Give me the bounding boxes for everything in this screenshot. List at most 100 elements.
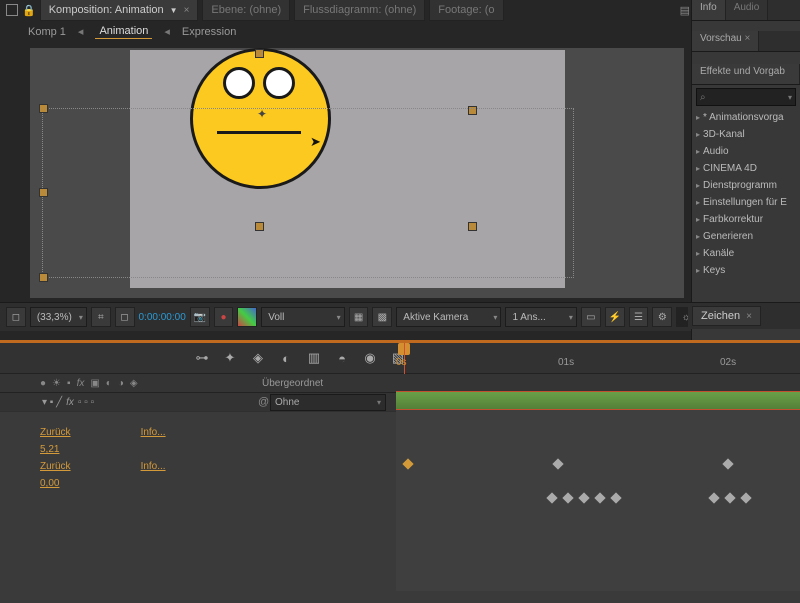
views-dropdown[interactable]: 1 Ans... <box>505 307 577 327</box>
search-icon: ⌕ <box>700 92 706 103</box>
keyframe[interactable] <box>724 492 735 503</box>
square-icon[interactable] <box>6 4 18 16</box>
effect-category[interactable]: ▸Einstellungen für E <box>692 194 800 211</box>
category-label: Generieren <box>703 231 753 242</box>
keyframe[interactable] <box>610 492 621 503</box>
effect-category[interactable]: ▸3D-Kanal <box>692 126 800 143</box>
prop-control[interactable]: Zurück <box>40 461 71 472</box>
close-icon[interactable]: × <box>744 33 750 44</box>
lock-icon[interactable]: 🔒 <box>22 4 36 17</box>
prop-value[interactable]: 5,21 <box>40 444 59 455</box>
keyframe[interactable] <box>552 458 563 469</box>
grid-icon[interactable]: ▦ <box>349 307 369 327</box>
composition-panel: 🔒 Komposition: Animation ▼ × Ebene: (ohn… <box>0 0 690 340</box>
character-panel-tab[interactable]: Zeichen × <box>688 302 800 329</box>
tab-flussdiagramm[interactable]: Flussdiagramm: (ohne) <box>294 0 425 21</box>
composition-viewer[interactable]: ✦ ➤ <box>30 48 684 298</box>
effects-title[interactable]: Effekte und Vorgab <box>692 64 800 84</box>
zoom-dropdown[interactable]: (33,3%) <box>30 307 87 327</box>
parent-dropdown[interactable]: Ohne <box>270 394 386 411</box>
effects-search[interactable]: ⌕▾ <box>696 88 796 106</box>
graph-icon[interactable]: ▥ <box>304 349 324 367</box>
snapshot-icon[interactable]: 📷 <box>190 307 210 327</box>
keyframe[interactable] <box>722 458 733 469</box>
camera-dropdown[interactable]: Aktive Kamera <box>396 307 501 327</box>
tab-audio[interactable]: Audio <box>726 0 769 20</box>
selection-bounds <box>42 108 574 278</box>
dropdown-icon[interactable]: ▾ <box>788 93 792 102</box>
flowchart-icon[interactable]: ⚙ <box>652 307 672 327</box>
tab-footage[interactable]: Footage: (o <box>429 0 503 21</box>
time-tick: 02s <box>720 357 736 368</box>
blend-icon[interactable]: ▣ <box>90 378 99 389</box>
keyframe[interactable] <box>562 492 573 503</box>
crumb-animation[interactable]: Animation <box>95 24 152 39</box>
channel-icon[interactable] <box>237 307 257 327</box>
keyframe[interactable] <box>594 492 605 503</box>
time-ruler[interactable]: 0s 01s 02s <box>396 343 800 373</box>
adjustment-icon[interactable]: ◑ <box>118 378 124 389</box>
prop-control[interactable]: Zurück <box>40 427 71 438</box>
close-icon[interactable]: × <box>184 5 190 16</box>
timecode[interactable]: 0:00:00:00 <box>139 312 186 323</box>
tab-ebene[interactable]: Ebene: (ohne) <box>202 0 290 21</box>
effect-category[interactable]: ▸CINEMA 4D <box>692 160 800 177</box>
prop-info[interactable]: Info... <box>141 427 166 438</box>
effect-category[interactable]: ▸Audio <box>692 143 800 160</box>
crumb-expression[interactable]: Expression <box>182 26 236 38</box>
effect-category[interactable]: ▸Kanäle <box>692 245 800 262</box>
layer-switches[interactable]: ▾ ▪ ╱ fx ▫ ▫ ▫ <box>42 397 94 408</box>
resolution-dropdown[interactable]: Voll <box>261 307 344 327</box>
panel-menu-icon[interactable]: ▤ <box>680 4 690 17</box>
fx-icon[interactable]: fx <box>77 378 85 389</box>
close-icon[interactable]: × <box>746 311 752 322</box>
motion-blur-icon[interactable]: ◐ <box>106 378 112 389</box>
prop-info[interactable]: Info... <box>141 461 166 472</box>
effect-category[interactable]: ▸Generieren <box>692 228 800 245</box>
crumb-komp1[interactable]: Komp 1 <box>28 26 66 38</box>
tab-vorschau[interactable]: Vorschau × <box>692 31 759 51</box>
effect-category[interactable]: ▸Farbkorrektur <box>692 211 800 228</box>
frame-blend-icon[interactable]: ✦ <box>220 349 240 367</box>
selection-handle[interactable] <box>39 273 48 282</box>
keyframe[interactable] <box>578 492 589 503</box>
shy-icon[interactable]: ⊶ <box>192 349 212 367</box>
adjustment-icon[interactable]: ◉ <box>360 349 380 367</box>
transparency-grid-icon[interactable]: ▩ <box>372 307 392 327</box>
keyframe[interactable] <box>740 492 751 503</box>
selection-handle[interactable] <box>39 104 48 113</box>
tab-composition[interactable]: Komposition: Animation ▼ × <box>40 0 199 21</box>
motion-blur-icon[interactable]: ◐ <box>276 349 296 367</box>
3d-icon[interactable]: ◈ <box>248 349 268 367</box>
pickwhip-icon[interactable]: @ <box>258 396 269 408</box>
timeline-tracks[interactable] <box>396 391 800 591</box>
switch-icons: ● ☀ ▪ fx ▣ ◐ ◑ ◈ <box>0 378 300 389</box>
fast-preview-icon[interactable]: ⚡ <box>605 307 625 327</box>
chevron-right-icon: ▸ <box>696 249 700 258</box>
keyframe[interactable] <box>708 492 719 503</box>
av-icon[interactable]: ● <box>40 378 46 389</box>
timeline-icon[interactable]: ☰ <box>629 307 649 327</box>
effect-category[interactable]: ▸Keys <box>692 262 800 279</box>
brainstorm-icon[interactable]: ◓ <box>332 349 352 367</box>
selection-handle[interactable] <box>39 188 48 197</box>
lock-icon[interactable]: ▪ <box>67 378 71 389</box>
chevron-right-icon: ▸ <box>696 130 700 139</box>
channel-icon[interactable]: ● <box>214 307 234 327</box>
tab-info[interactable]: Info <box>692 0 726 20</box>
solo-icon[interactable]: ☀ <box>52 378 61 389</box>
resolution-icon[interactable]: ⌗ <box>91 307 111 327</box>
keyframe[interactable] <box>546 492 557 503</box>
layer-bar[interactable] <box>396 391 800 410</box>
effect-category[interactable]: ▸Dienstprogramm <box>692 177 800 194</box>
selection-handle[interactable] <box>255 49 264 58</box>
prop-value[interactable]: 0,00 <box>40 478 59 489</box>
effect-category[interactable]: ▸* Animationsvorga <box>692 109 800 126</box>
roi-icon[interactable]: ◻ <box>115 307 135 327</box>
magnify-icon[interactable]: ◻ <box>6 307 26 327</box>
eye-left <box>223 67 255 99</box>
3d-icon[interactable]: ◈ <box>130 378 138 389</box>
dropdown-icon[interactable]: ▼ <box>170 6 178 15</box>
pixel-aspect-icon[interactable]: ▭ <box>581 307 601 327</box>
keyframe[interactable] <box>402 458 413 469</box>
